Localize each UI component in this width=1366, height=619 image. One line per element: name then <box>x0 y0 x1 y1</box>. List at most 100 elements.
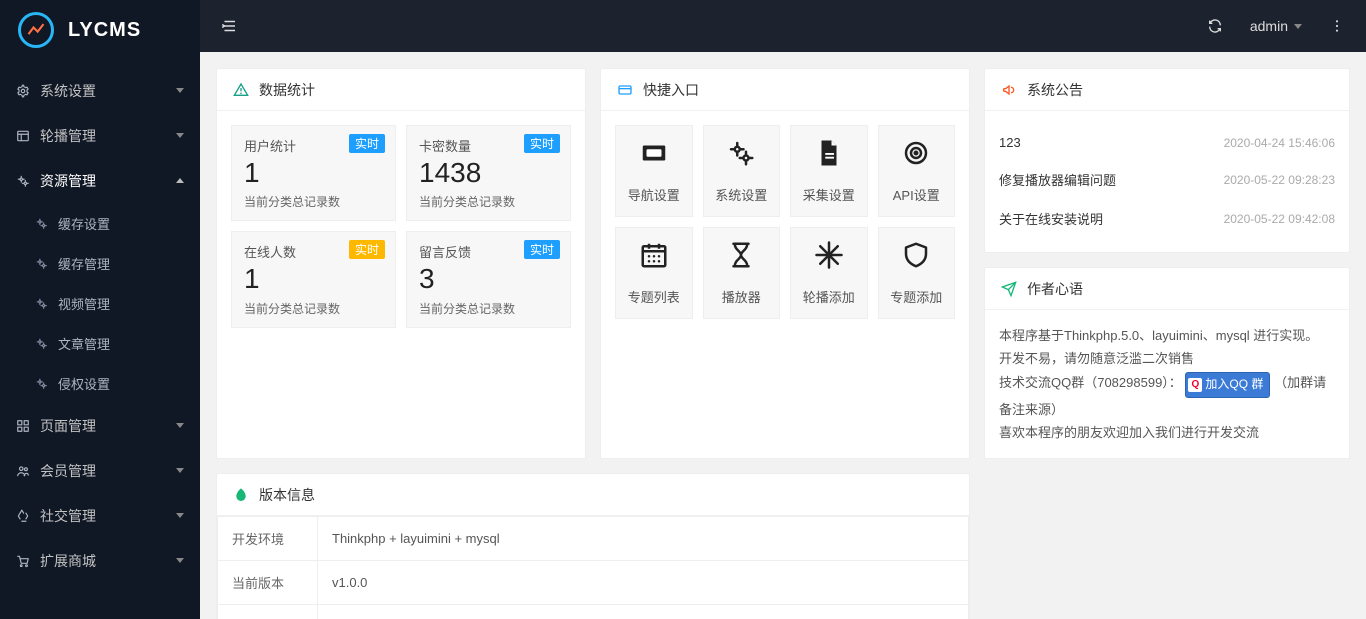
sidebar-subitem-2-1[interactable]: 缓存管理 <box>18 243 200 283</box>
chevron-down-icon <box>176 468 184 473</box>
sidebar-item-label: 会员管理 <box>40 461 96 481</box>
users-icon <box>16 464 30 478</box>
logo[interactable]: LYCMS <box>0 0 200 60</box>
menu-toggle-icon[interactable] <box>220 17 238 35</box>
realtime-badge: 实时 <box>524 134 560 153</box>
quick-label: 系统设置 <box>715 185 767 204</box>
sidebar: LYCMS 系统设置轮播管理资源管理缓存设置缓存管理视频管理文章管理侵权设置页面… <box>0 0 200 619</box>
quick-cell-7[interactable]: 专题添加 <box>878 227 956 319</box>
sidebar-subitem-2-2[interactable]: 视频管理 <box>18 283 200 323</box>
sidebar-subitem-2-4[interactable]: 侵权设置 <box>18 363 200 403</box>
announce-row[interactable]: 1232020-04-24 15:46:06 <box>999 125 1335 160</box>
user-name: admin <box>1250 18 1288 34</box>
stat-value: 1 <box>244 155 383 191</box>
snow-icon <box>814 240 844 277</box>
stats-title: 数据统计 <box>259 80 315 100</box>
quick-label: 采集设置 <box>803 185 855 204</box>
announce-text: 修复播放器编辑问题 <box>999 170 1116 189</box>
sidebar-item-label: 页面管理 <box>40 416 96 436</box>
hourglass-icon <box>726 240 756 277</box>
note-line: 技术交流QQ群（708298599）： Q 加入QQ 群 （加群请备注来源） <box>999 371 1335 421</box>
sidebar-item-3[interactable]: 页面管理 <box>0 403 200 448</box>
chevron-down-icon <box>176 513 184 518</box>
version-row: 主要特色低门栏 / 灵活 / 清爽 / 极简 <box>218 605 969 619</box>
announce-row[interactable]: 关于在线安装说明 2020-05-22 09:42:08 <box>999 199 1335 238</box>
version-key: 主要特色 <box>218 605 318 619</box>
gears-icon <box>34 217 48 230</box>
gears-icon <box>34 257 48 270</box>
paper-plane-icon <box>1001 281 1017 297</box>
gears-icon <box>34 297 48 310</box>
sidebar-item-0[interactable]: 系统设置 <box>0 68 200 113</box>
grid-icon <box>16 419 30 433</box>
qq-join-badge[interactable]: Q 加入QQ 群 <box>1185 372 1270 398</box>
announce-text: 关于在线安装说明 <box>999 209 1103 228</box>
quick-label: 轮播添加 <box>803 287 855 306</box>
gear-icon <box>16 84 30 98</box>
sidebar-item-label: 文章管理 <box>58 334 110 353</box>
version-key: 当前版本 <box>218 561 318 605</box>
side-menu: 系统设置轮播管理资源管理缓存设置缓存管理视频管理文章管理侵权设置页面管理会员管理… <box>0 60 200 619</box>
announce-row[interactable]: 修复播放器编辑问题 2020-05-22 09:28:23 <box>999 160 1335 199</box>
quick-cell-2[interactable]: 采集设置 <box>790 125 868 217</box>
realtime-badge: 实时 <box>524 240 560 259</box>
sidebar-item-label: 轮播管理 <box>40 126 96 146</box>
chevron-up-icon <box>176 178 184 183</box>
stat-box-1: 实时 卡密数量 1438 当前分类总记录数 <box>406 125 571 221</box>
announce-date: 2020-04-24 15:46:06 <box>1224 136 1335 150</box>
stat-value: 1438 <box>419 155 558 191</box>
note-line: 本程序基于Thinkphp.5.0、layuimini、mysql 进行实现。 <box>999 324 1335 347</box>
quick-label: 播放器 <box>722 287 761 306</box>
target-icon <box>901 138 931 175</box>
chevron-down-icon <box>176 88 184 93</box>
sidebar-item-label: 缓存管理 <box>58 254 110 273</box>
quick-label: 专题添加 <box>890 287 942 306</box>
credit-card-icon <box>617 82 633 98</box>
sidebar-item-5[interactable]: 社交管理 <box>0 493 200 538</box>
nav-icon <box>639 138 669 175</box>
note-line: 开发不易，请勿随意泛滥二次销售 <box>999 347 1335 370</box>
stat-box-0: 实时 用户统计 1 当前分类总记录数 <box>231 125 396 221</box>
version-key: 开发环境 <box>218 517 318 561</box>
file-icon <box>814 138 844 175</box>
note-line: 喜欢本程序的朋友欢迎加入我们进行开发交流 <box>999 421 1335 444</box>
chevron-down-icon <box>176 133 184 138</box>
sidebar-item-label: 视频管理 <box>58 294 110 313</box>
realtime-badge: 实时 <box>349 134 385 153</box>
version-value: v1.0.0 <box>318 561 969 605</box>
sidebar-item-4[interactable]: 会员管理 <box>0 448 200 493</box>
sidebar-subitem-2-0[interactable]: 缓存设置 <box>18 203 200 243</box>
chevron-down-icon <box>176 558 184 563</box>
warning-icon <box>233 82 249 98</box>
stat-value: 3 <box>419 261 558 297</box>
quick-cell-0[interactable]: 导航设置 <box>615 125 693 217</box>
stat-box-2: 实时 在线人数 1 当前分类总记录数 <box>231 231 396 327</box>
quick-cell-3[interactable]: API设置 <box>878 125 956 217</box>
sidebar-item-label: 扩展商城 <box>40 551 96 571</box>
sidebar-subitem-2-3[interactable]: 文章管理 <box>18 323 200 363</box>
quick-cell-1[interactable]: 系统设置 <box>703 125 781 217</box>
sidebar-item-1[interactable]: 轮播管理 <box>0 113 200 158</box>
user-menu[interactable]: admin <box>1250 18 1302 34</box>
author-note-title: 作者心语 <box>1027 279 1083 299</box>
refresh-icon[interactable] <box>1206 17 1224 35</box>
quick-cell-6[interactable]: 轮播添加 <box>790 227 868 319</box>
more-icon[interactable] <box>1328 17 1346 35</box>
calendar-icon <box>639 240 669 277</box>
sidebar-item-label: 社交管理 <box>40 506 96 526</box>
announce-date: 2020-05-22 09:42:08 <box>1224 212 1335 226</box>
sidebar-item-2[interactable]: 资源管理 <box>0 158 200 203</box>
stats-card: 数据统计 实时 用户统计 1 当前分类总记录数实时 卡密数量 1438 当前分类… <box>216 68 586 459</box>
realtime-badge: 实时 <box>349 240 385 259</box>
author-note-card: 作者心语 本程序基于Thinkphp.5.0、layuimini、mysql 进… <box>984 267 1350 459</box>
gears-icon <box>34 337 48 350</box>
recycle-icon <box>16 509 30 523</box>
version-title: 版本信息 <box>259 485 315 505</box>
announce-title: 系统公告 <box>1027 80 1083 100</box>
quick-cell-5[interactable]: 播放器 <box>703 227 781 319</box>
announce-date: 2020-05-22 09:28:23 <box>1224 173 1335 187</box>
sidebar-item-6[interactable]: 扩展商城 <box>0 538 200 583</box>
quick-cell-4[interactable]: 专题列表 <box>615 227 693 319</box>
layout-icon <box>16 129 30 143</box>
chevron-down-icon <box>176 423 184 428</box>
